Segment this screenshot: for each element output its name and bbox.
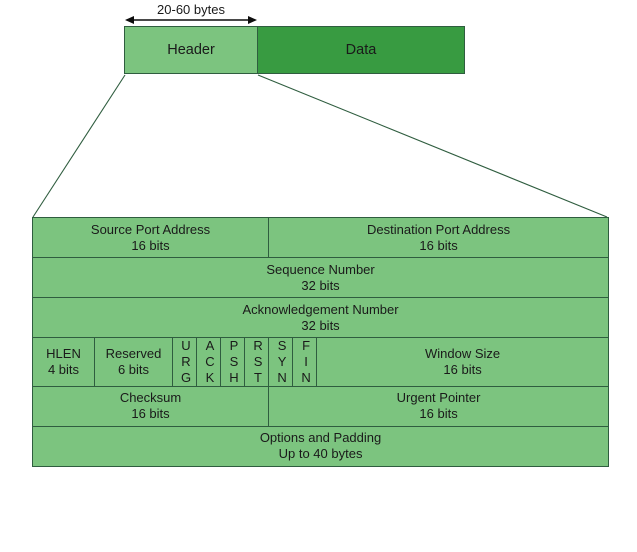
field-hlen: HLEN 4 bits xyxy=(32,337,95,387)
table-row-ports: Source Port Address 16 bits Destination … xyxy=(31,217,610,258)
flag-ack-letters: ACK xyxy=(205,338,215,385)
field-flag-urg: URG xyxy=(172,337,197,387)
field-sequence-number: Sequence Number 32 bits xyxy=(31,257,610,298)
table-row-checksum: Checksum 16 bits Urgent Pointer 16 bits xyxy=(31,385,610,427)
flag-syn-letters: SYN xyxy=(277,338,287,385)
field-acknowledgement-number-size: 32 bits xyxy=(301,317,340,333)
field-urgent-pointer: Urgent Pointer 16 bits xyxy=(268,385,610,427)
field-checksum-size: 16 bits xyxy=(131,406,170,422)
tcp-header-diagram: 20-60 bytes Header Data Source Port Addr xyxy=(0,0,637,552)
field-source-port: Source Port Address 16 bits xyxy=(31,217,270,258)
table-row-sequence: Sequence Number 32 bits xyxy=(31,257,610,298)
flag-psh-letters: PSH xyxy=(229,338,239,385)
field-flag-rst: RST xyxy=(243,337,270,387)
field-destination-port-size: 16 bits xyxy=(419,237,458,253)
segment-header-box: Header xyxy=(124,26,258,74)
field-reserved-size: 6 bits xyxy=(117,361,150,377)
segment-data-label: Data xyxy=(345,41,377,58)
table-row-acknowledgement: Acknowledgement Number 32 bits xyxy=(31,297,610,338)
flag-fin-letters: FIN xyxy=(301,338,311,385)
field-reserved-name: Reserved xyxy=(105,345,162,361)
field-flag-fin: FIN xyxy=(292,337,318,387)
segment-header-label: Header xyxy=(167,41,215,58)
field-urgent-pointer-size: 16 bits xyxy=(419,406,458,422)
field-flag-psh: PSH xyxy=(220,337,245,387)
size-annotation-label: 20-60 bytes xyxy=(157,2,225,17)
field-urgent-pointer-name: Urgent Pointer xyxy=(396,390,481,406)
table-row-options: Options and Padding Up to 40 bytes xyxy=(31,425,610,467)
field-hlen-name: HLEN xyxy=(46,345,81,361)
field-window-size: Window Size 16 bits xyxy=(316,337,610,387)
field-checksum-name: Checksum xyxy=(119,390,182,406)
flag-urg-letters: URG xyxy=(180,338,192,385)
tcp-header-fields-table: Source Port Address 16 bits Destination … xyxy=(31,217,610,467)
field-window-size-name: Window Size xyxy=(424,345,501,361)
field-checksum: Checksum 16 bits xyxy=(31,385,270,427)
field-source-port-name: Source Port Address xyxy=(90,221,211,237)
field-hlen-size: 4 bits xyxy=(47,361,80,377)
field-source-port-size: 16 bits xyxy=(131,237,170,253)
field-reserved: Reserved 6 bits xyxy=(94,337,173,387)
field-flag-ack: ACK xyxy=(196,337,221,387)
flag-rst-letters: RST xyxy=(253,338,263,385)
field-options-padding-name: Options and Padding xyxy=(259,430,382,446)
field-destination-port-name: Destination Port Address xyxy=(367,221,511,237)
field-flag-syn: SYN xyxy=(268,337,294,387)
tcp-segment-overview: Header Data xyxy=(124,26,466,74)
field-sequence-number-size: 32 bits xyxy=(301,277,340,293)
size-dimension-arrow xyxy=(125,16,257,24)
field-acknowledgement-number: Acknowledgement Number 32 bits xyxy=(31,297,610,338)
field-options-padding-size: Up to 40 bytes xyxy=(278,446,363,462)
segment-data-box: Data xyxy=(257,26,465,74)
expansion-guide-lines xyxy=(32,74,608,218)
field-options-padding: Options and Padding Up to 40 bytes xyxy=(31,425,610,467)
table-row-flags: HLEN 4 bits Reserved 6 bits URG ACK PSH xyxy=(32,337,610,387)
field-acknowledgement-number-name: Acknowledgement Number xyxy=(242,301,399,317)
field-destination-port: Destination Port Address 16 bits xyxy=(268,217,610,258)
field-window-size-size: 16 bits xyxy=(443,361,482,377)
field-sequence-number-name: Sequence Number xyxy=(266,261,375,277)
